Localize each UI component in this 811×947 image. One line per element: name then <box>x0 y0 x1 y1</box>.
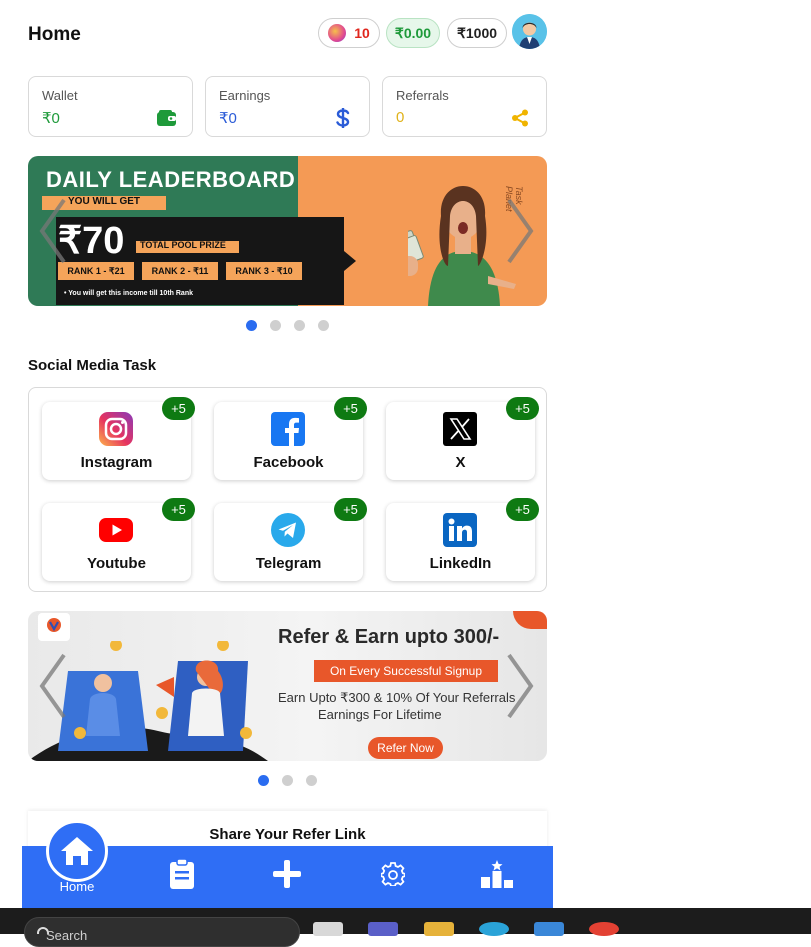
earnings-value: ₹0 <box>219 110 237 127</box>
wallet-label: Wallet <box>42 88 78 103</box>
nav-add-button[interactable] <box>270 858 304 890</box>
carousel-dot[interactable] <box>306 775 317 786</box>
social-label: Telegram <box>255 555 322 572</box>
balance-pill[interactable]: ₹0.00 <box>386 18 440 48</box>
nav-settings-button[interactable] <box>376 858 410 890</box>
pool-label: TOTAL POOL PRIZE <box>140 240 226 250</box>
wallet-value: ₹0 <box>42 110 60 127</box>
social-card-linkedin[interactable]: LinkedIn +5 <box>386 498 539 581</box>
youtube-icon <box>99 513 133 547</box>
facebook-icon <box>271 412 305 446</box>
refer-description-line-1: Earn Upto ₹300 & 10% Of Your Referrals <box>278 690 516 705</box>
coins-icon <box>328 24 347 42</box>
rank-3-badge: RANK 3 - ₹10 <box>226 262 302 280</box>
earnings-label: Earnings <box>219 88 271 103</box>
dollar-icon <box>333 108 353 128</box>
leaderboard-note: • You will get this income till 10th Ran… <box>64 290 193 297</box>
referrals-value: 0 <box>396 109 405 126</box>
header: Home 10 ₹0.00 ₹1000 <box>28 14 547 54</box>
user-avatar-icon[interactable] <box>512 14 547 49</box>
carousel-dot[interactable] <box>258 775 269 786</box>
carousel-dot[interactable] <box>294 320 305 331</box>
leaderboard-carousel-dots <box>246 320 329 332</box>
refer-carousel-dots <box>258 775 317 787</box>
woman-with-cash-illustration <box>408 186 516 306</box>
leaderboard-title: DAILY LEADERBOARD <box>46 167 296 192</box>
app-root: Home 10 ₹0.00 ₹1000 Wallet ₹0 Earnings ₹… <box>0 0 811 947</box>
brand-logo <box>38 613 70 641</box>
leaderboard-banner[interactable]: DAILY LEADERBOARD YOU WILL GET ₹70 TOTAL… <box>28 156 547 306</box>
telegram-icon <box>271 513 305 547</box>
settings-icon <box>381 862 405 886</box>
social-card-telegram[interactable]: Telegram +5 <box>214 498 367 581</box>
social-card-facebook[interactable]: Facebook +5 <box>214 397 367 480</box>
os-taskbar: Search <box>0 908 811 947</box>
social-label: Instagram <box>80 454 153 471</box>
social-label: X <box>455 454 466 471</box>
nav-home-button[interactable] <box>46 820 108 882</box>
coins-pill[interactable]: 10 <box>318 18 380 48</box>
earnings-card[interactable]: Earnings ₹0 <box>205 76 370 137</box>
instagram-icon <box>99 412 133 446</box>
referrals-label: Referrals <box>396 88 449 103</box>
x-icon <box>443 412 477 446</box>
referrals-card[interactable]: Referrals 0 <box>382 76 547 137</box>
home-icon <box>61 837 93 865</box>
nav-leaderboard-button[interactable] <box>480 858 514 890</box>
banner-prev-arrow[interactable] <box>36 196 70 266</box>
wallet-card[interactable]: Wallet ₹0 <box>28 76 193 137</box>
carousel-dot[interactable] <box>270 320 281 331</box>
refer-description-line-2: Earnings For Lifetime <box>318 707 442 722</box>
coins-value: 10 <box>354 25 370 41</box>
balance-value: ₹0.00 <box>394 24 432 41</box>
nav-tasks-button[interactable] <box>165 858 199 890</box>
reward-badge: +5 <box>162 498 195 521</box>
social-label: Facebook <box>253 454 324 471</box>
reward-badge: +5 <box>334 498 367 521</box>
social-card-instagram[interactable]: Instagram +5 <box>42 397 195 480</box>
refer-prev-arrow[interactable] <box>36 651 70 721</box>
page-title: Home <box>28 24 81 45</box>
carousel-dot[interactable] <box>318 320 329 331</box>
social-card-youtube[interactable]: Youtube +5 <box>42 498 195 581</box>
share-icon <box>510 108 530 128</box>
bottom-navigation: Home <box>22 820 553 908</box>
add-icon <box>273 860 301 888</box>
refer-now-button[interactable]: Refer Now <box>368 737 443 759</box>
wallet-icon <box>156 108 176 128</box>
reward-badge: +5 <box>162 397 195 420</box>
carousel-dot[interactable] <box>246 320 257 331</box>
refer-banner[interactable]: Refer & Earn upto 300/- On Every Success… <box>28 611 547 761</box>
reward-badge: +5 <box>506 498 539 521</box>
refer-next-arrow[interactable] <box>503 651 537 721</box>
social-section-title: Social Media Task <box>28 357 157 374</box>
linkedin-icon <box>443 513 477 547</box>
points-value: ₹1000 <box>456 24 498 41</box>
pool-label-bar: TOTAL POOL PRIZE <box>136 240 239 253</box>
points-pill[interactable]: ₹1000 <box>447 18 507 48</box>
taskbar-search-label: Search <box>46 928 88 943</box>
rank-2-badge: RANK 2 - ₹11 <box>142 262 218 280</box>
social-label: LinkedIn <box>429 555 492 572</box>
social-card-x[interactable]: X +5 <box>386 397 539 480</box>
nav-home-label: Home <box>59 879 95 894</box>
banner-corner-accent <box>513 611 547 629</box>
social-task-grid: Instagram +5 Facebook +5 X +5 Youtube +5 <box>28 387 547 592</box>
refer-title: Refer & Earn upto 300/- <box>278 626 500 648</box>
carousel-dot[interactable] <box>282 775 293 786</box>
social-label: Youtube <box>87 555 146 572</box>
leaderboard-icon <box>481 860 513 888</box>
reward-badge: +5 <box>506 397 539 420</box>
refer-subtitle: On Every Successful Signup <box>314 660 498 682</box>
banner-next-arrow[interactable] <box>503 196 537 266</box>
tasks-icon <box>170 859 194 889</box>
stats-row: Wallet ₹0 Earnings ₹0 Referrals 0 <box>28 76 547 137</box>
you-will-get-text: YOU WILL GET <box>68 196 141 207</box>
reward-badge: +5 <box>334 397 367 420</box>
